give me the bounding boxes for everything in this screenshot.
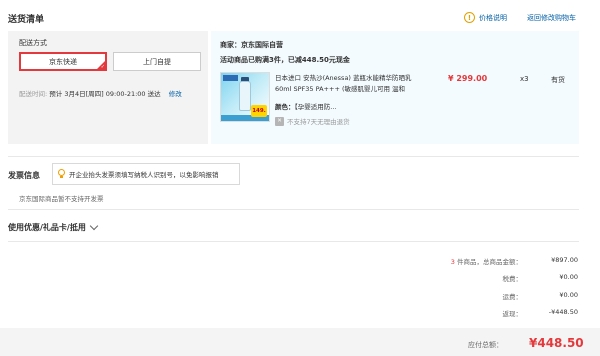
total-bar — [0, 328, 600, 356]
shipping-value: ¥0.00 — [559, 291, 578, 299]
product-quantity: x3 — [520, 75, 529, 83]
item-count-suffix: 件商品，总商品金额： — [454, 258, 522, 266]
delivery-time-label: 配送时间: — [19, 90, 48, 98]
self-pickup-label: 上门自提 — [143, 57, 171, 66]
self-pickup-option[interactable]: 上门自提 — [113, 52, 201, 71]
lightbulb-icon — [57, 169, 66, 179]
bottle — [239, 81, 251, 111]
product-color: 颜色：【孕婴适用防... — [275, 101, 336, 111]
payable-label: 应付总额： — [468, 341, 503, 349]
tax-row: 税费： ¥0.00 — [422, 273, 579, 283]
delivery-time: 配送时间: 预计 3月4日[周四] 09:00-21:00 送达 修改 — [19, 88, 182, 98]
goods-total-label: 3 件商品，总商品金额： — [422, 256, 522, 266]
check-icon: ✓ — [100, 64, 105, 70]
shipping-label: 运费： — [502, 293, 523, 301]
jd-express-option[interactable]: 京东快递 ✓ — [19, 52, 107, 71]
tax-label: 税费： — [502, 275, 523, 283]
payable-total: ¥448.50 — [529, 336, 584, 350]
discount-toggle[interactable]: 使用优惠/礼品卡/抵用 — [8, 221, 99, 233]
stock-status: 有货 — [551, 76, 565, 84]
no-return-label: 不支持7天无理由退货 — [287, 118, 350, 126]
back-to-cart-link[interactable]: 返回修改购物车 — [527, 13, 576, 23]
color-key: 颜色： — [275, 103, 295, 111]
shipping-row: 运费： ¥0.00 — [422, 291, 579, 301]
refund-value: -¥448.50 — [548, 308, 578, 316]
invoice-tip-text: 开企业抬头发票须填写纳税人识别号，以免影响报销 — [69, 171, 219, 179]
delivery-time-value: 预计 3月4日[周四] 09:00-21:00 送达 — [49, 90, 161, 98]
goods-total-row: 3 件商品，总商品金额： ¥897.00 — [422, 256, 578, 266]
no-return-notice: ✕ 不支持7天无理由退货 — [275, 116, 350, 126]
no-return-icon: ✕ — [275, 116, 284, 126]
chevron-down-icon — [89, 221, 99, 231]
promo-text: 活动商品已购满3件，已减448.50元现金 — [220, 56, 350, 64]
merchant-name: 商家：京东国际自营 — [220, 41, 283, 49]
goods-total-value: ¥897.00 — [551, 256, 578, 264]
delivery-method-label: 配送方式 — [19, 39, 47, 47]
edit-delivery-time-link[interactable]: 修改 — [169, 90, 182, 98]
divider — [8, 209, 579, 210]
tax-value: ¥0.00 — [559, 273, 578, 281]
page-title: 送货清单 — [8, 15, 45, 25]
jd-express-label: 京东快递 — [49, 57, 77, 66]
refund-row: 返现： -¥448.50 — [422, 308, 579, 318]
invoice-note: 京东国际商品暂不支持开发票 — [19, 195, 104, 203]
invoice-tip: 开企业抬头发票须填写纳税人识别号，以免影响报销 — [52, 163, 240, 185]
invoice-title: 发票信息 — [8, 171, 40, 180]
refund-label: 返现： — [502, 310, 523, 318]
color-value: 【孕婴适用防... — [294, 103, 337, 111]
price-badge: 149. — [251, 105, 267, 117]
discount-label: 使用优惠/礼品卡/抵用 — [8, 223, 86, 232]
product-name-link[interactable]: 日本进口 安热沙(Anessa) 蓝瓶水能精华防晒乳60ml SPF35 PA+… — [275, 73, 423, 95]
divider — [8, 241, 579, 242]
price-note-link[interactable]: ! 价格说明 — [464, 12, 507, 23]
divider — [8, 156, 579, 157]
product-price: ¥ 299.00 — [448, 74, 488, 83]
price-note-label: 价格说明 — [479, 13, 507, 22]
product-thumbnail[interactable]: 149. — [220, 72, 270, 122]
info-warning-icon: ! — [464, 12, 475, 23]
thumbnail-tag — [223, 75, 238, 81]
